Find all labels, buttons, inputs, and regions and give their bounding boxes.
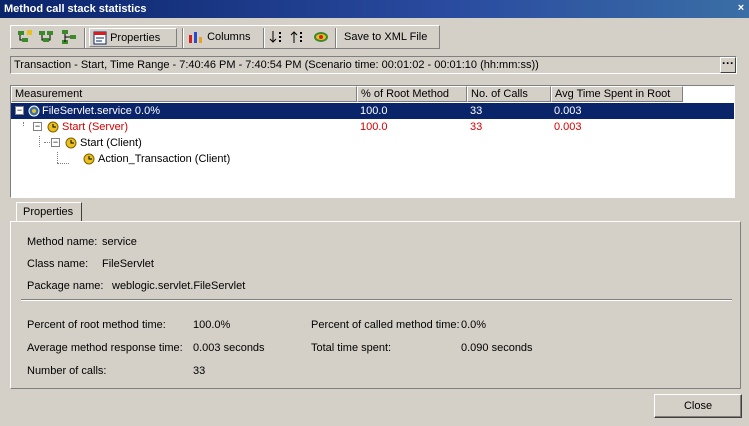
collapse-tree-icon[interactable]	[38, 28, 58, 47]
transaction-icon	[83, 153, 95, 165]
method-name-row: Method name: service	[27, 236, 137, 248]
avg-resp-value: 0.003 seconds	[193, 342, 265, 354]
column-header-root-pct[interactable]: % of Root Method	[357, 86, 467, 102]
package-name-row: Package name: weblogic.servlet.FileServl…	[27, 280, 245, 292]
toolbar-separator	[263, 28, 265, 48]
tree-view-icon[interactable]	[60, 28, 80, 47]
calls-row: Number of calls: 33	[27, 365, 205, 377]
transaction-info-field: Transaction - Start, Time Range - 7:40:4…	[10, 56, 737, 74]
calls-value: 33	[193, 365, 206, 377]
filter-icon[interactable]	[313, 28, 331, 47]
sort-ascending-icon[interactable]	[290, 28, 308, 47]
called-pct-value: 0.0%	[461, 319, 487, 331]
collapse-toggle[interactable]: −	[51, 138, 60, 147]
ellipsis-button[interactable]: ···	[720, 57, 736, 73]
column-header-calls[interactable]: No. of Calls	[467, 86, 551, 102]
window-title: Method call stack statistics	[4, 3, 147, 15]
total-time-label: Total time spent:	[311, 342, 392, 354]
column-header-measurement[interactable]: Measurement	[11, 86, 357, 102]
toolbar: Properties Columns Save to XML File	[0, 22, 749, 52]
class-name-label: Class name:	[27, 258, 89, 270]
properties-label: Properties	[110, 32, 161, 44]
table-row[interactable]: Action_Transaction (Client)	[11, 151, 734, 167]
close-button[interactable]: Close	[654, 394, 742, 418]
avg-time-cell: 0.003	[554, 121, 582, 133]
measurement-cell: Action_Transaction (Client)	[98, 153, 231, 165]
package-name-value: weblogic.servlet.FileServlet	[112, 280, 246, 292]
properties-button[interactable]: Properties	[89, 28, 177, 47]
root-pct-label: Percent of root method time:	[27, 319, 166, 331]
title-bar: Method call stack statistics ×	[0, 0, 749, 18]
toolbar-separator	[335, 28, 337, 48]
method-name-label: Method name:	[27, 236, 98, 248]
collapse-toggle[interactable]: −	[15, 106, 24, 115]
columns-button[interactable]: Columns	[188, 28, 260, 47]
package-name-label: Package name:	[27, 280, 104, 292]
class-name-value: FileServlet	[102, 258, 154, 270]
columns-icon	[189, 32, 202, 44]
avg-resp-row: Average method response time: 0.003 seco…	[27, 342, 265, 354]
servlet-method-icon	[28, 105, 40, 117]
toolbar-separator	[182, 28, 184, 48]
total-time-row: Total time spent: 0.090 seconds	[311, 342, 533, 354]
properties-panel: Method name: service Class name: FileSer…	[10, 221, 741, 389]
transaction-info-text: Transaction - Start, Time Range - 7:40:4…	[14, 59, 539, 71]
column-header-avg-time[interactable]: Avg Time Spent in Root	[551, 86, 683, 102]
transaction-icon	[47, 121, 59, 133]
collapse-toggle[interactable]: −	[33, 122, 42, 131]
tab-properties[interactable]: Properties	[16, 202, 82, 222]
table-header: Measurement % of Root Method No. of Call…	[11, 86, 734, 102]
calls-cell: 33	[470, 121, 483, 133]
toolbar-separator	[84, 28, 86, 48]
root-pct-row: Percent of root method time: 100.0%	[27, 319, 230, 331]
calls-label: Number of calls:	[27, 365, 107, 377]
root-pct-value: 100.0%	[193, 319, 231, 331]
root-pct-cell: 100.0	[360, 121, 388, 133]
measurement-cell: Start (Client)	[80, 137, 142, 149]
call-stack-tree[interactable]: Measurement % of Root Method No. of Call…	[10, 85, 735, 198]
method-name-value: service	[102, 236, 137, 248]
class-name-row: Class name: FileServlet	[27, 258, 154, 270]
expand-tree-icon[interactable]	[16, 28, 36, 47]
calls-cell: 33	[470, 105, 483, 117]
sort-descending-icon[interactable]	[269, 28, 287, 47]
toolbar-group: Properties Columns Save to XML File	[10, 25, 440, 49]
root-pct-cell: 100.0	[360, 105, 388, 117]
called-pct-label: Percent of called method time:	[311, 319, 460, 331]
total-time-value: 0.090 seconds	[461, 342, 533, 354]
measurement-cell: Start (Server)	[62, 121, 129, 133]
table-row[interactable]: − FileServlet.service 0.0% 100.0 33 0.00…	[11, 103, 734, 119]
transaction-icon	[65, 137, 77, 149]
properties-divider	[21, 299, 732, 301]
columns-label: Columns	[207, 31, 251, 43]
close-icon[interactable]: ×	[735, 2, 747, 15]
called-pct-row: Percent of called method time: 0.0%	[311, 319, 486, 331]
measurement-cell: FileServlet.service 0.0%	[42, 105, 160, 117]
properties-icon	[93, 31, 107, 45]
table-row[interactable]: − Start (Server) 100.0 33 0.003	[11, 119, 734, 135]
save-xml-button[interactable]: Save to XML File	[344, 28, 436, 47]
table-row[interactable]: − Start (Client)	[11, 135, 734, 151]
avg-resp-label: Average method response time:	[27, 342, 183, 354]
avg-time-cell: 0.003	[554, 105, 582, 117]
